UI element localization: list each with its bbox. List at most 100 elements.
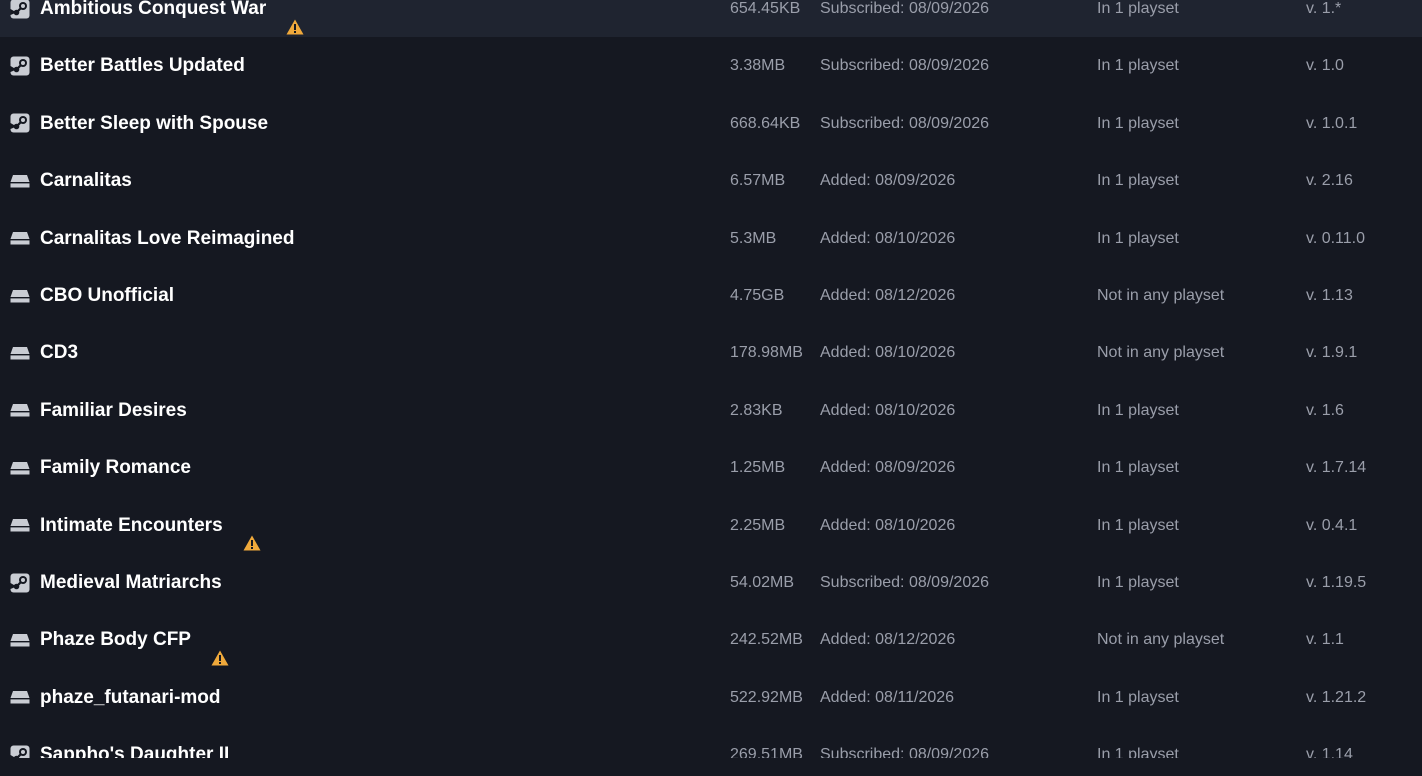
local-drive-icon bbox=[10, 324, 32, 381]
mod-size: 2.83KB bbox=[730, 401, 783, 419]
steam-icon bbox=[10, 726, 32, 758]
steam-icon bbox=[10, 37, 32, 94]
mod-playset-status: In 1 playset bbox=[1097, 229, 1179, 247]
mod-row[interactable]: phaze_futanari-mod 522.92MB Added: 08/11/2… bbox=[0, 669, 1422, 726]
mod-size: 5.3MB bbox=[730, 229, 777, 247]
mod-name-text: Better Sleep with Spouse bbox=[40, 112, 269, 134]
warning-icon[interactable] bbox=[243, 517, 261, 551]
mod-row[interactable]: Better Sleep with Spouse 668.64KB Subscrib… bbox=[0, 95, 1422, 152]
mod-version: v. 1.7.14 bbox=[1306, 459, 1367, 477]
mod-row[interactable]: Ambitious Conquest War 654.45KB Subscribed… bbox=[0, 0, 1422, 38]
mod-name-text: Better Battles Updated bbox=[40, 55, 245, 77]
mod-date: Added: 08/10/2026 bbox=[820, 229, 956, 247]
mod-version: v. 0.11.0 bbox=[1306, 229, 1365, 247]
mod-name-text: phaze_futanari-mod bbox=[40, 686, 221, 708]
mod-name: Carnalitas Love Reimagined bbox=[40, 210, 294, 267]
mod-playset-status: In 1 playset bbox=[1097, 574, 1179, 591]
mod-playset-status: In 1 playset bbox=[1097, 0, 1179, 17]
mod-list-viewport: Ambitious Conquest War 654.45KB Subscribed… bbox=[0, 0, 1422, 758]
mod-playset-status: In 1 playset bbox=[1097, 746, 1179, 758]
mod-name: CBO Unofficial bbox=[40, 267, 174, 324]
mod-size: 269.51MB bbox=[730, 746, 803, 758]
mod-name-text: Carnalitas bbox=[40, 170, 132, 192]
steam-icon bbox=[10, 0, 32, 37]
mod-name-text: Family Romance bbox=[40, 457, 191, 479]
mod-name-text: CD3 bbox=[40, 342, 79, 364]
mod-date: Added: 08/10/2026 bbox=[820, 401, 956, 419]
mod-name-text: Carnalitas Love Reimagined bbox=[40, 227, 295, 249]
local-drive-icon bbox=[10, 669, 32, 726]
mod-date: Added: 08/12/2026 bbox=[820, 631, 956, 649]
mod-playset-status: In 1 playset bbox=[1097, 401, 1179, 419]
mod-version: v. 1.19.5 bbox=[1306, 574, 1367, 591]
mod-name-text: Sappho's Daughter II bbox=[40, 744, 230, 758]
mod-row[interactable]: Better Battles Updated 3.38MB Subscribed: … bbox=[0, 37, 1422, 94]
mod-row[interactable]: Carnalitas Love Reimagined 5.3MB Added: 08… bbox=[0, 210, 1422, 267]
local-drive-icon bbox=[10, 152, 32, 209]
mod-row[interactable]: Medieval Matriarchs 54.02MB Subscribed: 08… bbox=[0, 554, 1422, 611]
mod-row[interactable]: Intimate Encounters 2.25MB Added: 08/10/20… bbox=[0, 497, 1422, 554]
mod-row[interactable]: Familiar Desires 2.83KB Added: 08/10/2026 I… bbox=[0, 382, 1422, 439]
local-drive-icon bbox=[10, 267, 32, 324]
mod-size: 6.57MB bbox=[730, 172, 786, 190]
mod-playset-status: In 1 playset bbox=[1097, 688, 1179, 706]
warning-icon[interactable] bbox=[211, 632, 229, 666]
local-drive-icon bbox=[10, 439, 32, 496]
mod-name-text: CBO Unofficial bbox=[40, 285, 175, 306]
mod-row[interactable]: CBO Unofficial 4.75GB Added: 08/12/2026 Not… bbox=[0, 267, 1422, 324]
local-drive-icon bbox=[10, 611, 32, 668]
mod-date: Added: 08/11/2026 bbox=[820, 688, 955, 706]
mod-playset-status: Not in any playset bbox=[1097, 631, 1225, 649]
mod-date: Subscribed: 08/09/2026 bbox=[820, 746, 990, 758]
mod-date: Added: 08/09/2026 bbox=[820, 459, 956, 477]
mod-name: Medieval Matriarchs bbox=[40, 554, 222, 611]
mod-playset-status: In 1 playset bbox=[1097, 57, 1179, 75]
mod-date: Added: 08/09/2026 bbox=[820, 172, 956, 190]
mod-date: Subscribed: 08/09/2026 bbox=[820, 0, 990, 17]
mod-name-text: Phaze Body CFP bbox=[40, 629, 191, 651]
mod-row[interactable]: CD3 178.98MB Added: 08/10/2026 Not in any p… bbox=[0, 324, 1422, 381]
mod-version: v. 1.13 bbox=[1306, 287, 1353, 304]
mod-name: Ambitious Conquest War bbox=[40, 0, 304, 37]
mod-playset-status: In 1 playset bbox=[1097, 114, 1179, 132]
mod-name: Better Sleep with Spouse bbox=[40, 95, 268, 152]
mod-name: phaze_futanari-mod bbox=[40, 669, 221, 726]
mod-size: 1.25MB bbox=[730, 459, 786, 477]
mod-size: 3.38MB bbox=[730, 57, 786, 75]
mod-size: 4.75GB bbox=[730, 287, 785, 304]
mod-date: Subscribed: 08/09/2026 bbox=[820, 574, 990, 591]
mod-version: v. 1.6 bbox=[1306, 401, 1344, 419]
mod-size: 2.25MB bbox=[730, 516, 786, 534]
local-drive-icon bbox=[10, 210, 32, 267]
mod-size: 654.45KB bbox=[730, 0, 801, 17]
mod-version: v. 1.* bbox=[1306, 0, 1342, 17]
local-drive-icon bbox=[10, 382, 32, 439]
mod-date: Subscribed: 08/09/2026 bbox=[820, 57, 990, 75]
mod-version: v. 1.0 bbox=[1306, 57, 1344, 75]
mod-list: Ambitious Conquest War 654.45KB Subscribed… bbox=[0, 0, 1422, 758]
mod-row[interactable]: Family Romance 1.25MB Added: 08/09/2026 In … bbox=[0, 439, 1422, 496]
mod-name: Sappho's Daughter II bbox=[40, 726, 267, 758]
mod-date: Added: 08/12/2026 bbox=[820, 287, 956, 304]
mod-row[interactable]: Phaze Body CFP 242.52MB Added: 08/12/2026 N… bbox=[0, 611, 1422, 668]
mod-size: 522.92MB bbox=[730, 688, 803, 706]
mod-playset-status: In 1 playset bbox=[1097, 516, 1179, 534]
warning-icon[interactable] bbox=[249, 747, 267, 758]
mod-date: Added: 08/10/2026 bbox=[820, 344, 956, 362]
mod-name: Phaze Body CFP bbox=[40, 611, 229, 668]
mod-name-text: Familiar Desires bbox=[40, 399, 187, 421]
mod-playset-status: Not in any playset bbox=[1097, 287, 1225, 304]
mod-version: v. 0.4.1 bbox=[1306, 516, 1358, 534]
mod-size: 242.52MB bbox=[730, 631, 803, 649]
mod-version: v. 1.21.2 bbox=[1306, 688, 1367, 706]
mod-version: v. 1.0.1 bbox=[1306, 114, 1358, 132]
mod-version: v. 1.14 bbox=[1306, 746, 1353, 758]
mod-playset-status: In 1 playset bbox=[1097, 172, 1179, 190]
mod-name: CD3 bbox=[40, 324, 78, 381]
mod-date: Subscribed: 08/09/2026 bbox=[820, 114, 990, 132]
mod-version: v. 2.16 bbox=[1306, 172, 1353, 190]
warning-icon[interactable] bbox=[286, 1, 304, 35]
mod-row[interactable]: Carnalitas 6.57MB Added: 08/09/2026 In 1 pl… bbox=[0, 152, 1422, 209]
mod-row[interactable]: Sappho's Daughter II 269.51MB Subscribed: … bbox=[0, 726, 1422, 758]
list-bottom-edge bbox=[0, 758, 1422, 776]
